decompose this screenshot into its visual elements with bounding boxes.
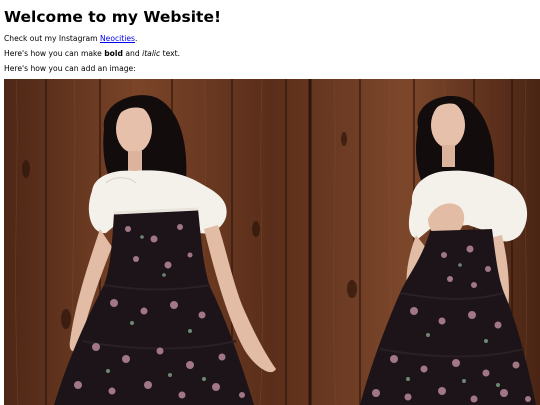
website-image	[4, 79, 540, 405]
image-intro-line: Here's how you can add an image:	[4, 64, 136, 73]
instagram-line: Check out my Instagram Neocities.	[4, 34, 137, 44]
page-title: Welcome to my Website!	[4, 8, 222, 26]
formatting-middle: and	[122, 49, 143, 58]
photo-illustration	[4, 79, 540, 405]
page: Welcome to my Website! Check out my Inst…	[0, 0, 540, 405]
formatting-prefix: Here's how you can make	[4, 49, 105, 58]
neocities-link[interactable]: Neocities	[100, 34, 135, 43]
bold-text: bold	[104, 49, 123, 58]
instagram-prefix: Check out my Instagram	[4, 34, 100, 43]
instagram-suffix: .	[134, 34, 138, 43]
formatting-suffix: text.	[160, 49, 181, 58]
italic-text: italic	[142, 49, 161, 58]
formatting-line: Here's how you can make bold and italic …	[4, 49, 180, 59]
